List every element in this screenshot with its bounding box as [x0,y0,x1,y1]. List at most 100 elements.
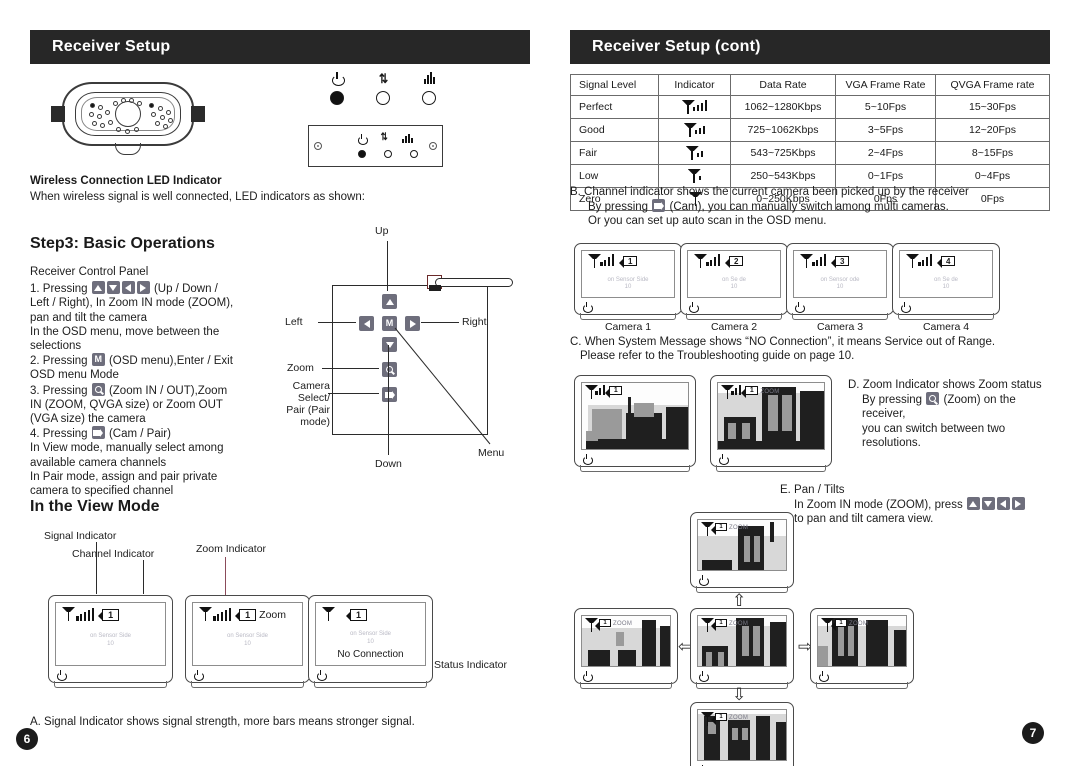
up-icon[interactable] [382,294,397,309]
label-menu: Menu [478,447,505,459]
panel-key-left[interactable] [358,315,375,333]
label-down: Down [375,458,402,470]
panel-key-menu[interactable]: M [381,315,398,333]
note-b-line-2-pre: By pressing [588,201,649,214]
osd-line-2: 10 [942,284,950,290]
power-icon[interactable] [688,302,699,313]
led-link-lamp [376,91,390,105]
led-signal [422,72,436,105]
panel-key-zoom[interactable] [381,361,398,379]
osd-line-1: on Sensor Side [607,277,649,283]
power-icon[interactable] [582,454,593,465]
power-icon[interactable] [698,671,709,682]
power-icon[interactable] [582,302,593,313]
menu-icon[interactable]: M [382,316,397,331]
osd-line-1: on Sensor Side [349,631,392,637]
power-icon[interactable] [818,671,829,682]
left-icon[interactable] [359,316,374,331]
antenna-icon [721,385,730,399]
camera-icon[interactable] [382,387,397,402]
note-b-line-1: B. Channel indicator shows the current c… [570,186,969,198]
callout-zoom-indicator: Zoom Indicator [196,543,267,555]
step3-item-1-num: 1. [30,283,40,296]
label-zoom: Zoom [287,362,314,374]
channel-indicator: 1 [595,619,611,631]
table-row: Good 725~1062Kbps 3~5Fps 12~20Fps [570,118,1050,142]
left-column: Receiver Setup ⇅ ⇅ Wireless Connection L… [30,30,530,736]
right-icon[interactable] [405,316,420,331]
signal-icon-small [402,134,414,143]
link-icon-small: ⇅ [380,132,388,143]
power-icon[interactable] [56,670,67,681]
channel-indicator: 4 [937,256,956,268]
note-b-line-3: Or you can set up auto scan in the OSD m… [588,215,827,228]
power-icon[interactable] [794,302,805,313]
led-caption-block: Wireless Connection LED Indicator When w… [30,175,500,204]
panel-key-camera[interactable] [381,386,398,404]
power-icon[interactable] [193,670,204,681]
control-panel-diagram: Up M Left Right Zoom Camera Select/ Pair… [285,225,530,490]
power-icon[interactable] [316,670,327,681]
antenna-icon [701,522,710,536]
power-icon[interactable] [582,671,593,682]
leader-zoom-ind [225,557,226,595]
power-icon[interactable] [900,302,911,313]
antenna-icon [694,254,705,268]
antenna-icon [199,607,212,621]
step3-item-2: 2. Pressing M (OSD menu),Enter / Exit OS… [30,353,280,382]
power-icon[interactable] [698,575,709,586]
step3-item-4-line-5: camera to specified channel [30,485,174,498]
step3-item-4-line-1: (Cam / Pair) [108,428,171,441]
up-icon [966,497,980,511]
step3-item-3-line-1: (Zoom IN / OUT),Zoom [108,384,228,397]
step3-title: Step3: Basic Operations [30,235,215,252]
cell-data-rate: 725~1062Kbps [730,118,836,142]
leader-right [421,322,459,323]
panel-key-up[interactable] [381,293,398,311]
osd-line-2: 10 [624,284,632,290]
label-camera-line-4: mode) [300,416,330,428]
panel-key-down[interactable] [381,336,398,354]
antenna-icon [682,100,692,114]
pan-screen-up: 1 ZOOM [690,512,794,593]
panel-led-signal [410,150,418,158]
callout-signal-indicator: Signal Indicator [44,530,117,542]
screw-right-icon [429,142,437,150]
zoom-indicator: ZOOM [729,621,749,627]
pan-screen-left: 1 ZOOM [574,608,678,689]
antenna-icon [701,618,710,632]
step3-item-3: 3. Pressing (Zoom IN / OUT),Zoom IN (ZOO… [30,382,280,427]
camera-icon [91,426,105,440]
camera-screen-3: 3 on Sensor ode 10 Camera 3 [786,243,894,333]
cell-qvga: 12~20Fps [935,118,1050,142]
note-b: B. Channel indicator shows the current c… [570,185,1050,229]
left-icon [121,281,135,295]
power-icon [331,72,345,86]
note-b-line-2: By pressing (Cam), you can manually swit… [570,199,1050,214]
leader-down [388,345,389,455]
view-screen-2: 1 Zoom on Sensor Side 10 [185,595,310,688]
osd-line-1: on Sensor Side [226,633,269,639]
panel-key-right[interactable] [404,315,421,333]
channel-indicator: 1 [235,609,257,621]
note-e: E. Pan / Tilts In Zoom IN mode (ZOOM), p… [780,483,1040,527]
zoom-icon[interactable] [382,362,397,377]
power-icon[interactable] [718,454,729,465]
signal-bars [812,254,827,266]
step3-item-4-line-2: In View mode, manually select among [30,442,224,455]
leader-zoom [322,368,379,369]
down-icon[interactable] [382,337,397,352]
cell-level: Perfect [570,95,659,119]
note-d-line-3: you can switch between two resolutions. [862,422,1006,449]
step3-item-1-lead: Pressing [42,283,88,296]
step3-item-3-line-2: IN (ZOOM, QVGA size) or Zoom OUT [30,398,223,411]
cell-indicator [658,118,731,142]
pan-screen-center: 1 ZOOM [690,608,794,689]
leader-channel [143,560,144,594]
camera-icon [652,199,666,213]
channel-indicator: 1 [711,523,727,535]
cell-qvga: 15~30Fps [935,95,1050,119]
led-power-lamp [330,91,344,105]
col-vga-frame-rate: VGA Frame Rate [835,74,936,96]
receiver-control-panel-label: Receiver Control Panel [30,266,149,278]
